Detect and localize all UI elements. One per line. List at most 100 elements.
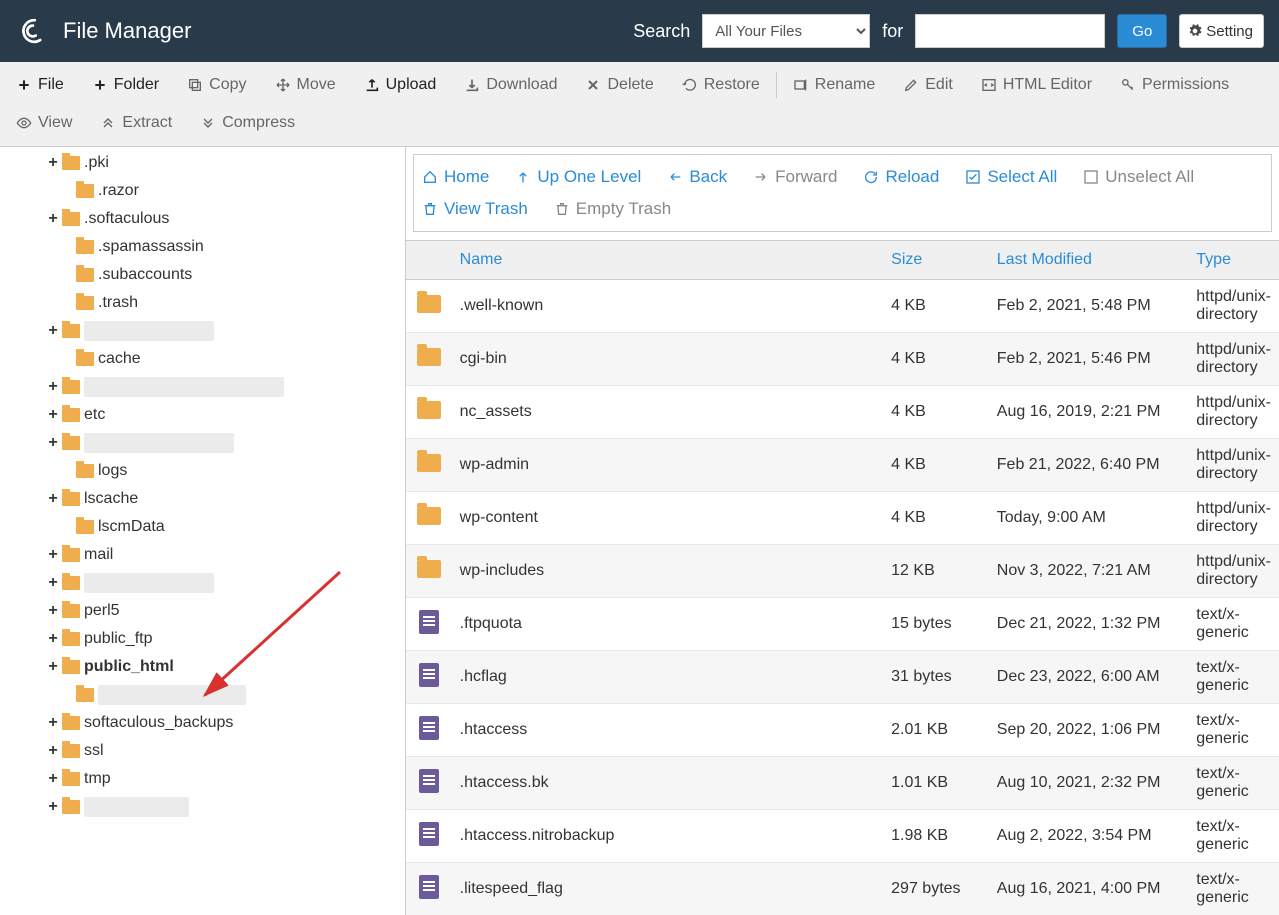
table-row[interactable]: .hcflag31 bytesDec 23, 2022, 6:00 AMtext… xyxy=(406,651,1279,704)
tree-item[interactable]: +.trash xyxy=(0,289,405,317)
tree-item[interactable]: +.softaculous xyxy=(0,205,405,233)
tree-item[interactable]: + xyxy=(0,569,405,597)
tree-item[interactable]: +ssl xyxy=(0,737,405,765)
table-row[interactable]: wp-admin4 KBFeb 21, 2022, 6:40 PMhttpd/u… xyxy=(406,439,1279,492)
home-button[interactable]: Home xyxy=(420,163,491,191)
file-name: .htaccess.bk xyxy=(452,757,884,810)
folder-button[interactable]: Folder xyxy=(78,66,173,104)
tree-item[interactable]: + xyxy=(0,317,405,345)
folder-icon xyxy=(62,492,80,506)
tree-item[interactable]: +tmp xyxy=(0,765,405,793)
extract-button: Extract xyxy=(86,104,186,142)
file-size: 15 bytes xyxy=(883,598,989,651)
reload-icon xyxy=(863,169,879,185)
expand-toggle[interactable]: + xyxy=(46,770,60,788)
folder-label: .spamassassin xyxy=(98,238,204,256)
tree-item[interactable]: +logs xyxy=(0,457,405,485)
expand-toggle[interactable]: + xyxy=(46,602,60,620)
copy-button: Copy xyxy=(173,66,260,104)
move-icon xyxy=(275,77,291,93)
table-row[interactable]: .htaccess2.01 KBSep 20, 2022, 1:06 PMtex… xyxy=(406,704,1279,757)
file-name: .hcflag xyxy=(452,651,884,704)
folder-icon xyxy=(62,660,80,674)
folder-label: etc xyxy=(84,406,105,424)
tree-item[interactable]: + xyxy=(0,793,405,821)
col-name[interactable]: Name xyxy=(452,241,884,280)
file-button[interactable]: File xyxy=(2,66,78,104)
col-size[interactable]: Size xyxy=(883,241,989,280)
file-size: 31 bytes xyxy=(883,651,989,704)
folder-icon xyxy=(76,240,94,254)
expand-toggle[interactable]: + xyxy=(46,658,60,676)
table-row[interactable]: nc_assets4 KBAug 16, 2019, 2:21 PMhttpd/… xyxy=(406,386,1279,439)
reload-button[interactable]: Reload xyxy=(861,163,941,191)
tree-item[interactable]: +lscache xyxy=(0,485,405,513)
settings-button[interactable]: Setting xyxy=(1179,14,1264,48)
back-button[interactable]: Back xyxy=(665,163,729,191)
folder-label: logs xyxy=(98,462,127,480)
expand-toggle[interactable]: + xyxy=(46,490,60,508)
tree-item[interactable]: +lscmData xyxy=(0,513,405,541)
search-scope-select[interactable]: All Your Files xyxy=(702,14,870,48)
file-name: .htaccess xyxy=(452,704,884,757)
table-row[interactable]: .well-known4 KBFeb 2, 2021, 5:48 PMhttpd… xyxy=(406,280,1279,333)
col-modified[interactable]: Last Modified xyxy=(989,241,1189,280)
tree-item[interactable]: +.spamassassin xyxy=(0,233,405,261)
tree-item[interactable]: + xyxy=(0,373,405,401)
file-modified: Aug 10, 2021, 2:32 PM xyxy=(989,757,1189,810)
up-button[interactable]: Up One Level xyxy=(513,163,643,191)
expand-toggle[interactable]: + xyxy=(46,434,60,452)
tree-item[interactable]: +public_html xyxy=(0,653,405,681)
file-table-scroll[interactable]: Name Size Last Modified Type .well-known… xyxy=(406,240,1279,915)
tree-item[interactable]: +softaculous_backups xyxy=(0,709,405,737)
folder-icon xyxy=(62,156,80,170)
folder-icon xyxy=(62,632,80,646)
search-input[interactable] xyxy=(915,14,1105,48)
selectall-button[interactable]: Select All xyxy=(963,163,1059,191)
col-type[interactable]: Type xyxy=(1188,241,1279,280)
folder-icon xyxy=(62,576,80,590)
download-icon xyxy=(464,77,480,93)
expand-toggle[interactable]: + xyxy=(46,406,60,424)
table-row[interactable]: cgi-bin4 KBFeb 2, 2021, 5:46 PMhttpd/uni… xyxy=(406,333,1279,386)
table-row[interactable]: .litespeed_flag297 bytesAug 16, 2021, 4:… xyxy=(406,863,1279,915)
tree-item[interactable]: +public_ftp xyxy=(0,625,405,653)
expand-toggle[interactable]: + xyxy=(46,714,60,732)
folder-icon xyxy=(76,520,94,534)
tree-item[interactable]: + xyxy=(0,429,405,457)
tree-item[interactable]: +cache xyxy=(0,345,405,373)
up-icon xyxy=(515,169,531,185)
expand-toggle[interactable]: + xyxy=(46,546,60,564)
expand-toggle[interactable]: + xyxy=(46,378,60,396)
expand-toggle[interactable]: + xyxy=(46,798,60,816)
folder-icon xyxy=(62,800,80,814)
file-size: 1.01 KB xyxy=(883,757,989,810)
tree-item[interactable]: +mail xyxy=(0,541,405,569)
delete-icon xyxy=(585,77,601,93)
tree-item[interactable]: + xyxy=(0,681,405,709)
table-row[interactable]: .ftpquota15 bytesDec 21, 2022, 1:32 PMte… xyxy=(406,598,1279,651)
table-row[interactable]: .htaccess.nitrobackup1.98 KBAug 2, 2022,… xyxy=(406,810,1279,863)
viewtrash-button[interactable]: View Trash xyxy=(420,195,530,223)
table-row[interactable]: .htaccess.bk1.01 KBAug 10, 2021, 2:32 PM… xyxy=(406,757,1279,810)
expand-toggle[interactable]: + xyxy=(46,322,60,340)
folder-tree-pane[interactable]: +.pki+.razor+.softaculous+.spamassassin+… xyxy=(0,147,405,915)
redacted-label xyxy=(84,321,214,341)
col-icon xyxy=(406,241,452,280)
tree-item[interactable]: +.pki xyxy=(0,149,405,177)
redacted-label xyxy=(84,797,189,817)
tree-item[interactable]: +.razor xyxy=(0,177,405,205)
expand-toggle[interactable]: + xyxy=(46,742,60,760)
tree-item[interactable]: +perl5 xyxy=(0,597,405,625)
table-row[interactable]: wp-includes12 KBNov 3, 2022, 7:21 AMhttp… xyxy=(406,545,1279,598)
expand-toggle[interactable]: + xyxy=(46,154,60,172)
expand-toggle[interactable]: + xyxy=(46,210,60,228)
tree-item[interactable]: +.subaccounts xyxy=(0,261,405,289)
expand-toggle[interactable]: + xyxy=(46,630,60,648)
go-button[interactable]: Go xyxy=(1117,14,1167,48)
table-row[interactable]: wp-content4 KBToday, 9:00 AMhttpd/unix-d… xyxy=(406,492,1279,545)
upload-button[interactable]: Upload xyxy=(350,66,451,104)
expand-toggle[interactable]: + xyxy=(46,574,60,592)
copy-icon xyxy=(187,77,203,93)
tree-item[interactable]: + etc xyxy=(0,401,405,429)
